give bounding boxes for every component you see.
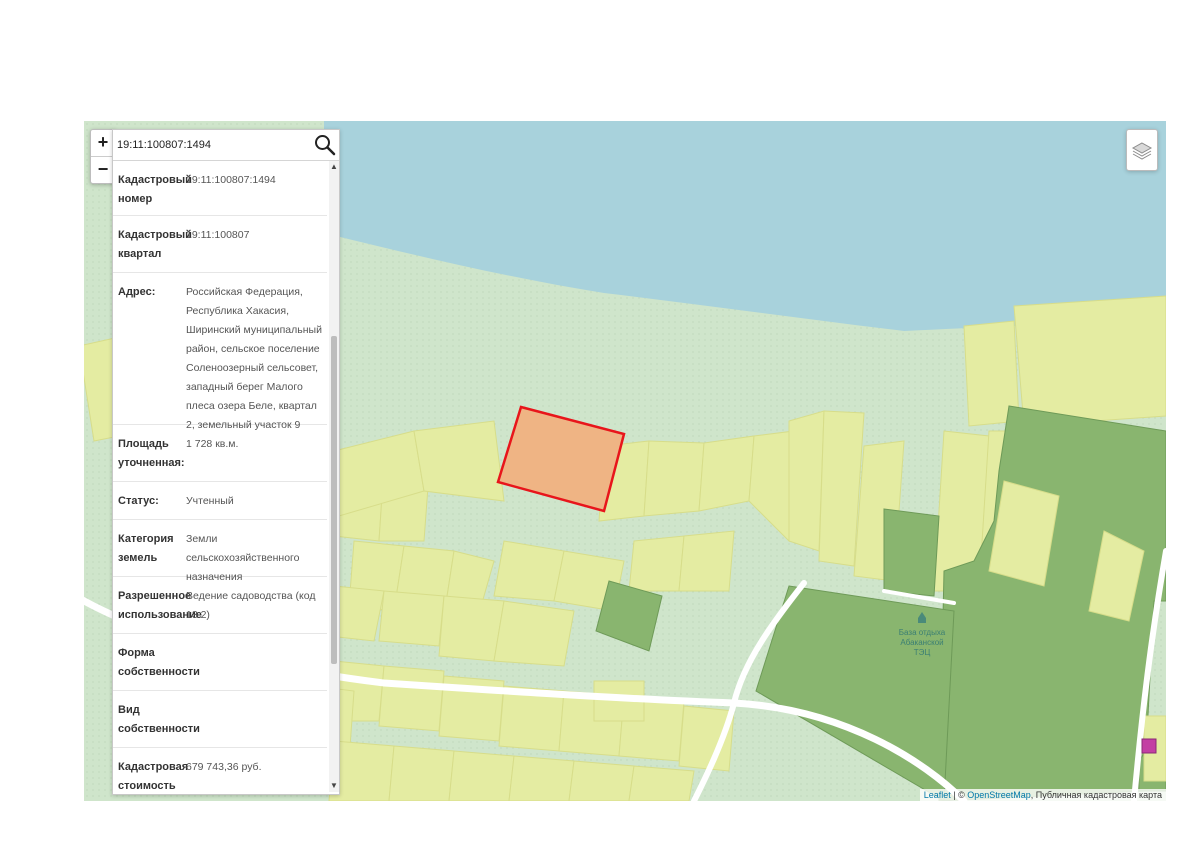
info-label: Вид собственности	[118, 704, 200, 735]
leaflet-link[interactable]: Leaflet	[924, 790, 951, 800]
scroll-down-arrow-icon[interactable]: ▼	[330, 781, 338, 791]
info-label: Кадастровый квартал	[118, 229, 192, 260]
info-label: Кадастровый номер	[118, 174, 192, 205]
info-row-ownership-type: Вид собственности	[113, 691, 327, 748]
info-row-land-category: Категория земель Земли сельскохозяйствен…	[113, 520, 327, 583]
info-row-cadastral-quarter: Кадастровый квартал 19:11:100807	[113, 216, 327, 273]
info-label: Статус:	[118, 495, 159, 507]
layers-icon	[1131, 142, 1153, 160]
info-table: Кадастровый номер 19:11:100807:1494 Када…	[113, 161, 327, 792]
search-button[interactable]	[313, 133, 337, 157]
attribution-separator: | ©	[950, 790, 968, 800]
building	[1141, 738, 1157, 754]
search-icon	[315, 135, 336, 156]
search-bar	[113, 130, 339, 161]
info-label: Категория земель	[118, 533, 174, 564]
info-panel: Кадастровый номер 19:11:100807:1494 Када…	[112, 129, 340, 795]
info-label: Площадь уточненная:	[118, 438, 185, 469]
info-value: 19:11:100807	[186, 229, 250, 241]
info-value	[186, 701, 323, 747]
info-label: Адрес:	[118, 286, 156, 298]
info-value: Учтенный	[186, 495, 234, 507]
info-value: 19:11:100807:1494	[186, 174, 276, 186]
layers-button[interactable]	[1126, 129, 1158, 171]
info-value	[186, 644, 323, 690]
search-input[interactable]	[115, 134, 305, 156]
scrollbar-thumb[interactable]	[331, 336, 337, 664]
info-value: Российская Федерация, Республика Хакасия…	[186, 286, 322, 431]
osm-link[interactable]: OpenStreetMap	[967, 790, 1031, 800]
info-value: 1 728 кв.м.	[186, 438, 239, 450]
info-label: Форма собственности	[118, 647, 200, 678]
info-label: Кадастровая стоимость	[118, 761, 189, 792]
info-row-cadastral-value: Кадастровая стоимость 679 743,36 руб.	[113, 748, 327, 792]
map-attribution: Leaflet | © OpenStreetMap, Публичная кад…	[919, 789, 1166, 801]
map[interactable]: База отдыха Абаканской ТЭЦ + − Кадастров…	[84, 121, 1166, 801]
attribution-source: , Публичная кадастровая карта	[1030, 790, 1162, 800]
info-value: Земли сельскохозяйственного назначения	[186, 533, 300, 583]
info-value: Ведение садоводства (код 13.2)	[186, 590, 316, 621]
info-row-cadastral-number: Кадастровый номер 19:11:100807:1494	[113, 161, 327, 216]
map-label-line3: ТЭЦ	[914, 648, 931, 657]
info-row-ownership-form: Форма собственности	[113, 634, 327, 691]
map-label-line2: Абаканской	[900, 638, 943, 647]
map-label-line1: База отдыха	[899, 628, 946, 637]
info-row-address: Адрес: Российская Федерация, Республика …	[113, 273, 327, 431]
info-label: Разрешенное использование	[118, 590, 202, 621]
info-row-status: Статус: Учтенный	[113, 482, 327, 520]
scroll-up-arrow-icon[interactable]: ▲	[330, 162, 338, 172]
info-value: 679 743,36 руб.	[186, 761, 262, 773]
panel-scrollbar[interactable]: ▲ ▼	[329, 161, 339, 792]
